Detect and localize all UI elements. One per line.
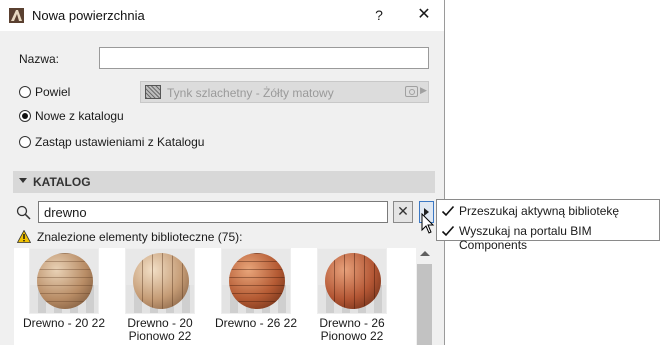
catalog-search-value: drewno [44, 205, 87, 220]
results-scrollbar[interactable] [416, 248, 433, 345]
catalog-results: Drewno - 20 22 Drewno - 20 Pionowo 22 Dr… [14, 248, 432, 345]
close-icon[interactable]: ✕ [412, 4, 436, 26]
cursor-icon [421, 213, 435, 234]
scroll-up-icon[interactable] [420, 251, 430, 256]
chevron-right-icon: ▶ [420, 85, 427, 95]
checkmark-icon [441, 225, 455, 237]
thumbnail-wood-26-vertical[interactable] [317, 248, 387, 314]
catalog-search-input[interactable]: drewno [38, 201, 388, 223]
help-icon[interactable]: ? [368, 4, 390, 26]
window-title: Nowa powierzchnia [32, 8, 145, 23]
radio-replace-from-catalog-label: Zastąp ustawieniami z Katalogu [35, 135, 205, 149]
thumbnail-wood-20[interactable] [29, 248, 99, 314]
radio-duplicate[interactable] [19, 86, 31, 98]
thumbnail-wood-26[interactable] [221, 248, 291, 314]
title-bar: Nowa powierzchnia ? ✕ [0, 0, 444, 31]
swatch-icon [145, 85, 161, 99]
name-label: Nazwa: [19, 52, 60, 66]
surface-select-value: Tynk szlachetny - Żółty matowy [167, 86, 334, 100]
radio-new-from-catalog[interactable] [19, 110, 31, 122]
radio-duplicate-label: Powiel [35, 85, 71, 99]
radio-new-from-catalog-label: Nowe z katalogu [35, 109, 124, 123]
radio-replace-from-catalog[interactable] [19, 136, 31, 148]
scroll-thumb[interactable] [417, 264, 432, 345]
clear-search-button[interactable]: ✕ [393, 201, 413, 223]
name-field[interactable] [99, 47, 429, 69]
thumbnail-wood-20-vertical[interactable] [125, 248, 195, 314]
checkmark-icon [441, 205, 455, 217]
surface-select: Tynk szlachetny - Żółty matowy ▶ [140, 81, 429, 103]
search-icon [16, 205, 31, 220]
menu-item-search-bim-components[interactable]: Wyszukaj na portalu BIM Components [437, 221, 659, 252]
archicad-app-icon [9, 8, 24, 23]
dialog: Nowa powierzchnia ? ✕ Nazwa: Powiel Tynk… [0, 0, 445, 345]
item-caption: Drewno - 20 Pionowo 22 [127, 316, 193, 343]
catalog-section-title: KATALOG [33, 175, 91, 189]
item-caption: Drewno - 26 Pionowo 22 [319, 316, 385, 343]
item-caption: Drewno - 26 22 [214, 316, 298, 330]
triangle-down-icon [19, 178, 27, 183]
picture-icon [405, 86, 418, 97]
menu-item-label: Wyszukaj na portalu BIM Components [459, 224, 592, 252]
found-items-text: Znalezione elementy biblioteczne (75): [37, 230, 243, 244]
search-options-menu: Przeszukaj aktywną bibliotekę Wyszukaj n… [436, 199, 660, 252]
warning-icon [17, 230, 31, 243]
item-caption: Drewno - 20 22 [22, 316, 106, 330]
catalog-section-header[interactable]: KATALOG [13, 171, 435, 193]
menu-item-search-active-library[interactable]: Przeszukaj aktywną bibliotekę [437, 201, 659, 221]
menu-item-label: Przeszukaj aktywną bibliotekę [459, 204, 620, 218]
